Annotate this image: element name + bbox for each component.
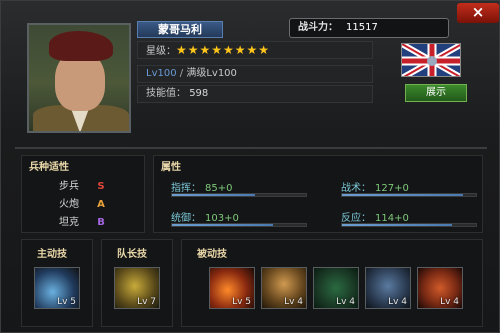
close-button[interactable]: × bbox=[457, 3, 499, 23]
general-info-window: × 蒙哥马利 星级：★★★★★★★★ Lv100 / 满级Lv100 技能值： … bbox=[0, 0, 500, 333]
skill-points-value: 598 bbox=[189, 88, 209, 99]
fire-icon[interactable]: Lv 5 bbox=[209, 267, 255, 309]
attr-bar bbox=[341, 193, 477, 197]
stars-label: 星级： bbox=[146, 46, 176, 57]
attributes-title: 属性 bbox=[161, 162, 181, 173]
star-rating-icon: ★★★★★★★★ bbox=[176, 43, 271, 57]
troop-row-infantry: 步兵 S bbox=[59, 177, 107, 192]
grade-badge: S bbox=[97, 181, 105, 192]
troop-row-artillery: 火炮 A bbox=[59, 195, 107, 210]
grade-badge: A bbox=[97, 199, 105, 210]
attr-bar bbox=[171, 223, 307, 227]
blast-icon[interactable]: Lv 4 bbox=[417, 267, 463, 309]
max-level: 满级Lv100 bbox=[186, 68, 237, 79]
troop-name: 火炮 bbox=[59, 199, 79, 210]
troop-row-tank: 坦克 B bbox=[59, 213, 107, 228]
troop-aptitude-title: 兵种适性 bbox=[29, 162, 69, 173]
divider bbox=[15, 147, 487, 149]
current-level: Lv100 bbox=[146, 68, 177, 79]
skill-level: Lv 7 bbox=[137, 297, 156, 307]
skill-level: Lv 4 bbox=[284, 297, 303, 307]
general-name: 蒙哥马利 bbox=[137, 21, 223, 38]
level-row: Lv100 / 满级Lv100 bbox=[137, 65, 373, 83]
active-skill-title: 主动技 bbox=[37, 249, 67, 260]
skill-level: Lv 4 bbox=[388, 297, 407, 307]
nation-flag-icon bbox=[401, 43, 461, 77]
leader-skill-title: 队长技 bbox=[117, 249, 147, 260]
passive-skill-title: 被动技 bbox=[197, 249, 227, 260]
close-icon: × bbox=[471, 3, 485, 21]
skill-points-row: 技能值： 598 bbox=[137, 85, 373, 103]
star-rating-row: 星级：★★★★★★★★ bbox=[137, 41, 373, 59]
star-icon[interactable]: Lv 7 bbox=[114, 267, 160, 309]
general-portrait bbox=[27, 23, 131, 133]
combat-power: 战斗力： 11517 bbox=[289, 18, 449, 38]
tank-icon[interactable]: Lv 4 bbox=[261, 267, 307, 309]
rank-icon[interactable]: Lv 4 bbox=[313, 267, 359, 309]
combat-power-label: 战斗力： bbox=[298, 22, 338, 33]
attr-bar bbox=[341, 223, 477, 227]
skill-level: Lv 5 bbox=[232, 297, 251, 307]
show-button[interactable]: 展示 bbox=[405, 84, 467, 102]
grade-badge: B bbox=[97, 217, 105, 228]
troop-name: 坦克 bbox=[59, 217, 79, 228]
combat-power-value: 11517 bbox=[346, 22, 378, 33]
skill-level: Lv 4 bbox=[440, 297, 459, 307]
attr-bar bbox=[171, 193, 307, 197]
skill-points-label: 技能值： bbox=[146, 88, 186, 99]
level-separator: / bbox=[179, 68, 184, 79]
skill-level: Lv 4 bbox=[336, 297, 355, 307]
troop-name: 步兵 bbox=[59, 181, 79, 192]
missile-icon[interactable]: Lv 5 bbox=[34, 267, 80, 309]
soldier-icon[interactable]: Lv 4 bbox=[365, 267, 411, 309]
skill-level: Lv 5 bbox=[57, 297, 76, 307]
